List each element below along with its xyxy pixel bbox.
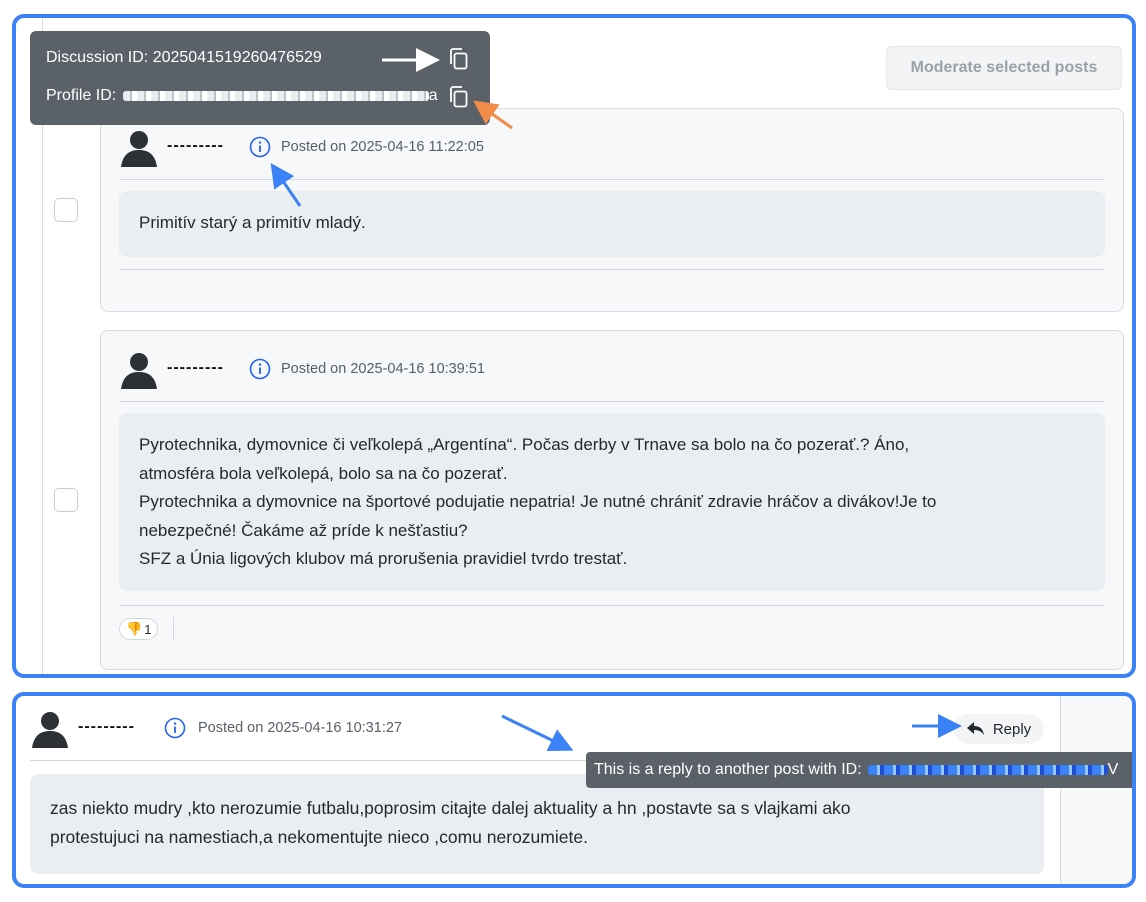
arrow-annotation [501,714,962,751]
bottom-panel: --------- Posted on 2025-04-16 10:31:27 … [12,692,1136,888]
top-panel: Moderate selected posts --------- Posted… [12,14,1136,678]
arrow-annotation [270,48,513,207]
